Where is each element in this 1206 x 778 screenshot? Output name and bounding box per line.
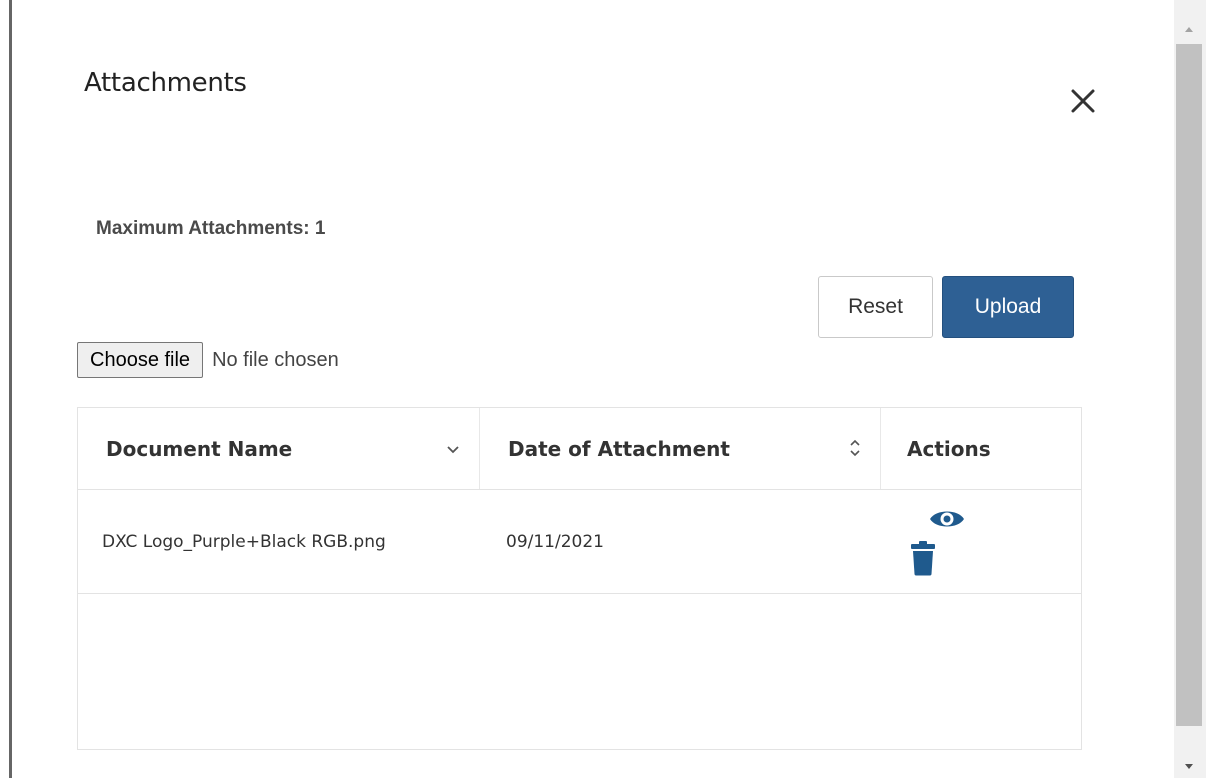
file-status-text: No file chosen <box>212 348 339 371</box>
dialog-title: Attachments <box>84 68 247 98</box>
close-icon <box>1071 89 1095 113</box>
column-header-document-name[interactable]: Document Name <box>106 408 292 489</box>
column-header-date[interactable]: Date of Attachment <box>508 408 730 489</box>
sort-updown-icon[interactable] <box>848 437 862 459</box>
column-divider <box>479 408 480 489</box>
column-divider <box>880 408 881 489</box>
scroll-up-arrow-icon[interactable] <box>1176 20 1202 40</box>
column-header-actions: Actions <box>907 436 991 461</box>
reset-button[interactable]: Reset <box>818 276 933 338</box>
scroll-down-arrow-icon[interactable] <box>1176 756 1202 776</box>
dialog-left-border <box>0 0 12 778</box>
upload-button[interactable]: Upload <box>942 276 1074 338</box>
scrollbar-thumb[interactable] <box>1176 44 1202 726</box>
chevron-down-icon[interactable] <box>446 443 460 455</box>
max-attachments-label: Maximum Attachments: 1 <box>96 218 326 239</box>
date-cell: 09/11/2021 <box>506 531 604 552</box>
table-row: DXC Logo_Purple+Black RGB.png 09/11/2021 <box>78 490 1081 594</box>
attachments-dialog: Attachments Maximum Attachments: 1 Reset… <box>12 0 1174 778</box>
trash-icon[interactable] <box>910 540 936 576</box>
file-input: Choose file No file chosen <box>77 341 339 379</box>
eye-icon[interactable] <box>928 506 966 532</box>
document-name-cell: DXC Logo_Purple+Black RGB.png <box>102 531 386 552</box>
attachments-table: Document Name Date of Attachment Actions… <box>77 407 1082 750</box>
table-header: Document Name Date of Attachment Actions <box>78 408 1081 490</box>
choose-file-button[interactable]: Choose file <box>77 342 204 378</box>
close-button[interactable] <box>1067 85 1099 117</box>
